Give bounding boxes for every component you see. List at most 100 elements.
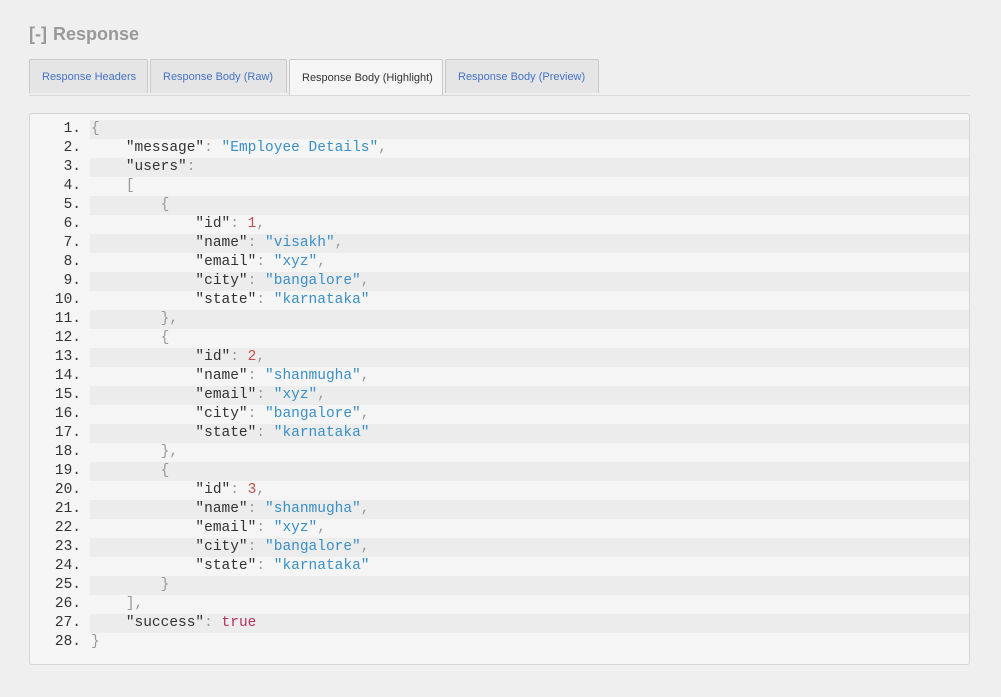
code-token: : bbox=[186, 159, 196, 175]
code-line: 5. { bbox=[30, 196, 969, 215]
code-token: "karnataka" bbox=[273, 558, 370, 574]
response-section-header[interactable]: [-] Response bbox=[29, 24, 139, 45]
code-line: 3. "users": bbox=[30, 158, 969, 177]
code-line: 11. }, bbox=[30, 310, 969, 329]
code-token: }, bbox=[160, 311, 179, 327]
code-text: "name": "shanmugha", bbox=[90, 367, 969, 386]
code-text: } bbox=[90, 576, 969, 595]
code-token: : bbox=[256, 387, 274, 403]
code-text: "state": "karnataka" bbox=[90, 291, 969, 310]
line-number: 10. bbox=[54, 292, 81, 308]
code-text: "message": "Employee Details", bbox=[90, 139, 969, 158]
code-line: 18. }, bbox=[30, 443, 969, 462]
code-token: ], bbox=[125, 596, 144, 612]
code-line: 27. "success": true bbox=[30, 614, 969, 633]
line-number: 3. bbox=[63, 159, 81, 175]
code-token: "visakh" bbox=[265, 235, 335, 251]
code-text: "email": "xyz", bbox=[90, 519, 969, 538]
line-number: 4. bbox=[63, 178, 81, 194]
line-number: 5. bbox=[63, 197, 81, 213]
line-number: 25. bbox=[54, 577, 81, 593]
line-number: 23. bbox=[54, 539, 81, 555]
code-token: "email" bbox=[195, 520, 257, 536]
code-text: "email": "xyz", bbox=[90, 386, 969, 405]
code-line: 28.} bbox=[30, 633, 969, 652]
tab-response-body-raw[interactable]: Response Body (Raw) bbox=[150, 59, 287, 93]
code-token: "state" bbox=[195, 558, 257, 574]
line-number: 6. bbox=[63, 216, 81, 232]
tab-response-body-preview[interactable]: Response Body (Preview) bbox=[445, 59, 599, 93]
code-token: , bbox=[334, 235, 344, 251]
line-number: 27. bbox=[54, 615, 81, 631]
tab-response-headers[interactable]: Response Headers bbox=[29, 59, 148, 93]
code-token: "shanmugha" bbox=[265, 368, 361, 384]
code-line: 9. "city": "bangalore", bbox=[30, 272, 969, 291]
code-token: } bbox=[91, 634, 100, 650]
code-text: "id": 2, bbox=[90, 348, 969, 367]
line-number: 2. bbox=[63, 140, 81, 156]
code-token: "state" bbox=[195, 292, 257, 308]
code-token: "xyz" bbox=[273, 387, 318, 403]
code-token: : bbox=[247, 406, 266, 422]
code-token: "shanmugha" bbox=[265, 501, 361, 517]
code-token: "Employee Details" bbox=[221, 140, 379, 156]
code-line: 24. "state": "karnataka" bbox=[30, 557, 969, 576]
code-token: : bbox=[247, 501, 266, 517]
line-number: 15. bbox=[54, 387, 81, 403]
code-line: 23. "city": "bangalore", bbox=[30, 538, 969, 557]
code-token: "city" bbox=[195, 539, 248, 555]
code-text: "state": "karnataka" bbox=[90, 557, 969, 576]
line-number: 26. bbox=[54, 596, 81, 612]
tab-response-body-highlight[interactable]: Response Body (Highlight) bbox=[289, 59, 443, 95]
response-tabs: Response Headers Response Body (Raw) Res… bbox=[29, 59, 970, 96]
code-token: , bbox=[317, 254, 326, 270]
code-token: : bbox=[247, 273, 266, 289]
response-body-code-panel[interactable]: 1.{2. "message": "Employee Details", 3. "… bbox=[29, 113, 970, 665]
code-line: 21. "name": "shanmugha", bbox=[30, 500, 969, 519]
collapse-toggle[interactable]: [-] bbox=[29, 24, 47, 44]
section-title: Response bbox=[52, 24, 140, 44]
code-token: { bbox=[160, 330, 170, 346]
code-token: "email" bbox=[195, 387, 257, 403]
code-token: : bbox=[256, 254, 274, 270]
line-number: 14. bbox=[54, 368, 81, 384]
line-number: 24. bbox=[54, 558, 81, 574]
line-number: 28. bbox=[54, 634, 81, 650]
code-text: "id": 3, bbox=[90, 481, 969, 500]
code-text: "name": "visakh", bbox=[90, 234, 969, 253]
code-text: "users": bbox=[90, 158, 969, 177]
code-line: 15. "email": "xyz", bbox=[30, 386, 969, 405]
code-token: "success" bbox=[125, 615, 205, 631]
code-line: 8. "email": "xyz", bbox=[30, 253, 969, 272]
code-token: : bbox=[247, 368, 266, 384]
line-number: 7. bbox=[63, 235, 81, 251]
code-token: : bbox=[247, 235, 266, 251]
code-line: 12. { bbox=[30, 329, 969, 348]
code-token: "message" bbox=[125, 140, 205, 156]
code-token: , bbox=[256, 216, 266, 232]
code-text: }, bbox=[90, 443, 969, 462]
code-token: "xyz" bbox=[273, 254, 318, 270]
code-text: ], bbox=[90, 595, 969, 614]
code-token: : bbox=[256, 558, 274, 574]
code-text: { bbox=[90, 462, 969, 481]
code-token: "bangalore" bbox=[265, 539, 361, 555]
code-text: [ bbox=[90, 177, 969, 196]
code-token: "karnataka" bbox=[273, 292, 370, 308]
code-token: }, bbox=[160, 444, 179, 460]
code-token: , bbox=[360, 501, 370, 517]
line-number: 12. bbox=[54, 330, 81, 346]
